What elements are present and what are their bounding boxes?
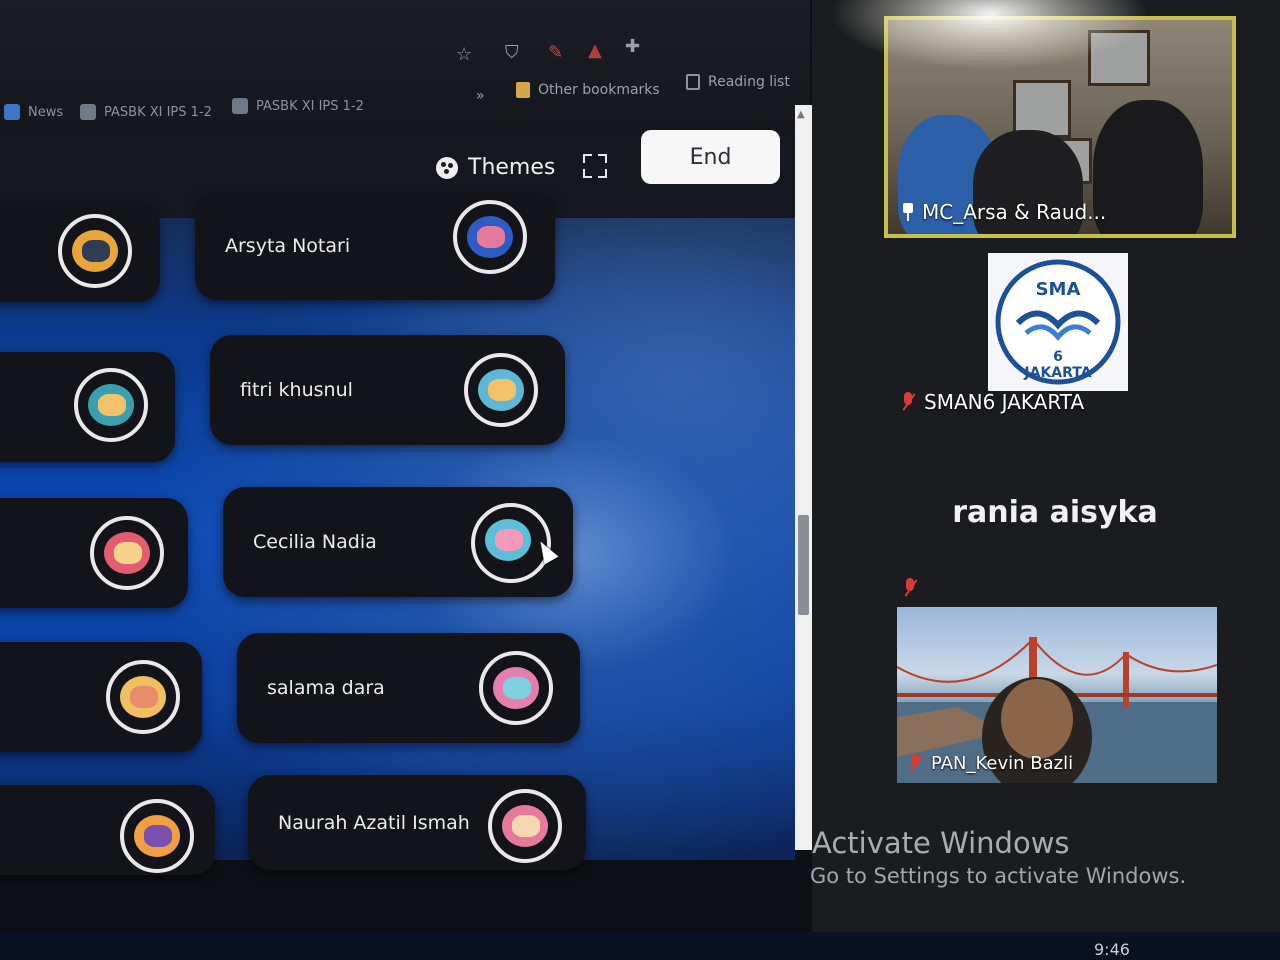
school-logo: SMA 6 JAKARTA [988,253,1128,391]
player-tile: Cecilia Nadia [223,487,573,597]
bookmark-label: PASBK XI IPS 1-2 [256,98,364,114]
raccoon-avatar-icon [453,200,527,274]
logo-text-top: SMA [1036,279,1081,300]
shield-icon[interactable]: ⛉ [505,42,519,63]
player-tile: salama dara [237,633,580,743]
player-tile [0,202,160,302]
player-name: Naurah Azatil Ismah [278,811,470,834]
player-name: Arsyta Notari [225,235,351,257]
fullscreen-corner [583,169,592,178]
fullscreen-corner [598,169,607,178]
player-name: salama dara [267,677,385,699]
extension-icon[interactable]: ✎ [548,42,563,63]
wall-picture [1088,30,1150,86]
page-favicon-icon [232,98,248,114]
player-tile: Naurah Azatil Ismah [248,775,586,870]
player-tile [0,785,215,875]
fullscreen-corner [583,154,592,163]
activate-windows-subtitle: Go to Settings to activate Windows. [810,864,1187,888]
mic-muted-icon [902,578,918,598]
rainbow-avatar-icon [464,353,538,427]
player-tile [0,642,202,752]
participant-name: PAN_Kevin Bazli [931,753,1074,774]
video-label: SMAN6 JAKARTA [900,390,1084,414]
folder-icon [516,82,530,98]
chevron-double-right-icon: » [476,88,485,104]
end-label: End [689,144,732,170]
mic-muted-icon [900,392,916,412]
bus-avatar-icon [58,214,132,288]
reading-list-label: Reading list [708,74,790,90]
palette-icon [436,156,458,179]
puzzle-icon[interactable]: ✚ [625,36,640,57]
bookmark-pasbk-1[interactable]: PASBK XI IPS 1-2 [80,104,212,120]
star-icon[interactable]: ☆ [456,44,472,65]
other-bookmarks-button[interactable]: Other bookmarks [516,82,660,98]
bookmark-news[interactable]: News [4,104,63,120]
person-silhouette [1093,100,1203,234]
participant-name: SMAN6 JAKARTA [924,390,1085,414]
news-favicon-icon [4,104,20,120]
scroll-up-icon[interactable]: ▲ [797,109,805,120]
player-name: Cecilia Nadia [253,531,377,553]
toast-avatar-icon [106,660,180,734]
robot-avatar-icon [90,516,164,590]
taskbar [0,932,1280,960]
player-tile: fitri khusnul [210,335,565,445]
bookmark-label: PASBK XI IPS 1-2 [104,104,212,120]
bookmarks-overflow-button[interactable]: » [476,88,485,104]
pin-icon [902,203,914,221]
page-scrollbar[interactable]: ▲ [795,105,812,850]
participant-name: MC_Arsa & Raud... [922,200,1107,224]
video-tile-pinned[interactable]: MC_Arsa & Raud... [884,16,1236,238]
video-tile[interactable]: PAN_Kevin Bazli [897,607,1217,783]
extension-icon[interactable]: ▲ [588,40,602,61]
fullscreen-corner [598,154,607,163]
player-name: fitri khusnul [240,379,353,401]
fullscreen-icon[interactable] [583,154,607,178]
player-tile: Arsyta Notari [195,192,555,300]
other-bookmarks-label: Other bookmarks [538,82,660,98]
quiz-lobby: Themes End Arsyta Notari fitri khusnul C… [0,130,795,875]
end-button[interactable]: End [641,130,780,184]
reading-list-button[interactable]: Reading list [686,74,790,90]
reading-list-icon [686,74,700,90]
browser-chrome: ☆ ⛉ ✎ ▲ ✚ News PASBK XI IPS 1-2 PASBK XI… [0,0,810,130]
sloth-avatar-icon [488,789,562,863]
themes-label: Themes [468,155,556,180]
school-logo-emblem: SMA 6 JAKARTA [995,259,1121,385]
participant-name-tile: rania aisyka [952,495,1158,530]
bookmark-label: News [28,104,64,120]
page-favicon-icon [80,104,96,120]
bottle-avatar-icon [74,368,148,442]
logo-number: 6 [1053,349,1063,365]
player-tile [0,352,175,462]
mic-muted-icon [907,753,923,774]
video-label [902,578,918,598]
logo-text-bottom: JAKARTA [1023,365,1091,381]
taskbar-clock[interactable]: 9:46 [1094,940,1130,959]
video-label: MC_Arsa & Raud... [902,200,1106,224]
scrollbar-thumb[interactable] [798,515,809,615]
video-label: PAN_Kevin Bazli [907,753,1073,774]
activate-windows-title: Activate Windows [812,826,1070,860]
face-avatar-icon [120,799,194,873]
unicorn-cat-avatar-icon [479,651,553,725]
themes-button[interactable]: Themes [436,155,555,180]
bookmark-pasbk-2[interactable]: PASBK XI IPS 1-2 [232,98,364,114]
player-tile [0,498,188,608]
